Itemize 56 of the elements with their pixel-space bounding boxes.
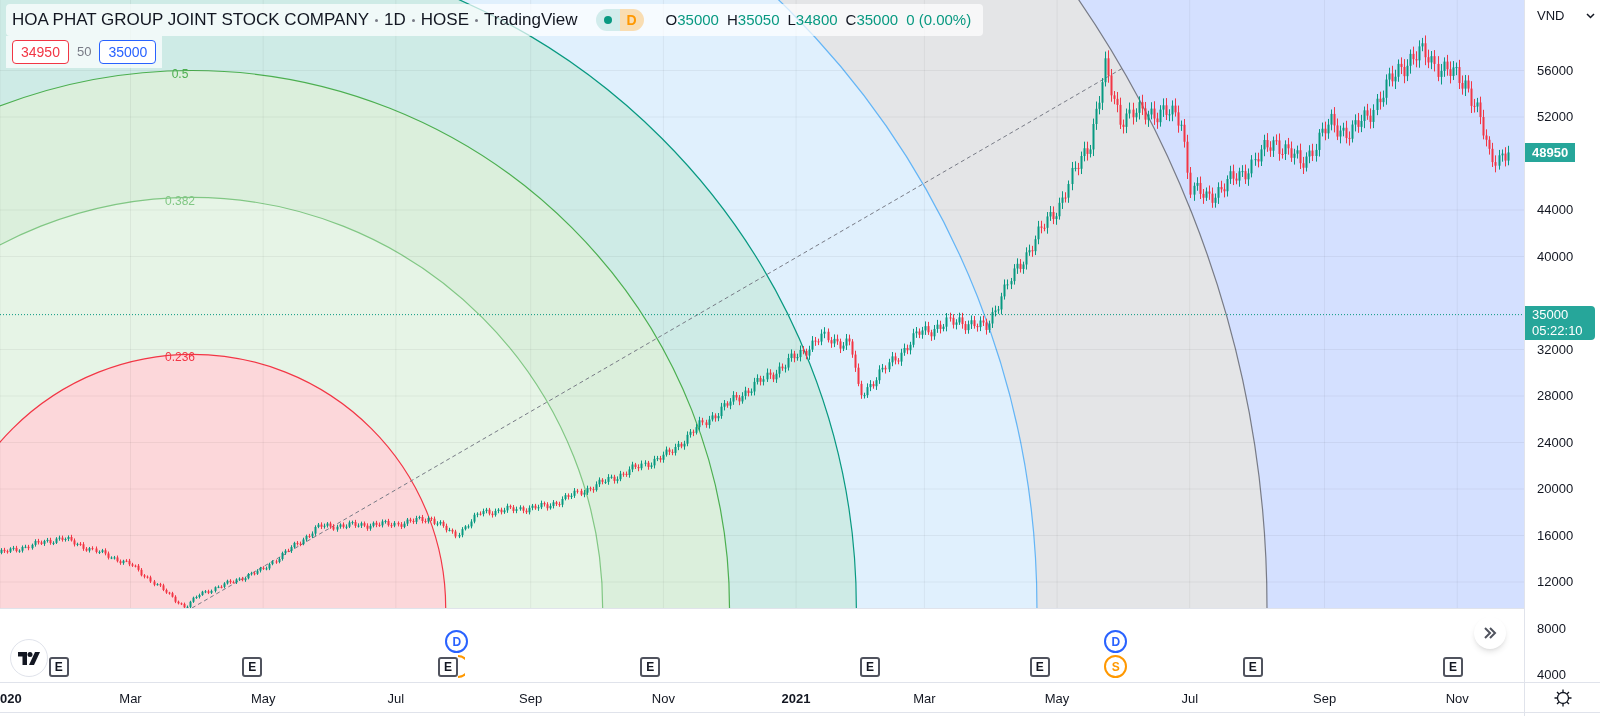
price-axis-label: 4000 [1537,667,1566,683]
time-axis-label: May [250,690,276,708]
ohlc-value: 35000 [856,9,899,30]
time-axis-label: Sep [519,690,543,708]
symbol-title: HOA PHAT GROUP JOINT STOCK COMPANY [12,9,370,32]
earnings-marker[interactable]: E [242,657,263,677]
price-axis-label: 40000 [1537,248,1574,265]
earnings-marker[interactable]: E [640,657,661,677]
earnings-marker[interactable]: E [438,657,459,677]
price-axis-label: 52000 [1537,109,1574,125]
source-label: TradingView [484,9,578,32]
ohlc-key: O [665,8,678,32]
price-axis-label: 20000 [1537,481,1574,497]
price-axis-label: 8000 [1537,620,1566,637]
interval-label[interactable]: 1D [384,7,406,33]
time-axis-label: Jul [1181,690,1199,708]
time-axis-label: Nov [651,690,675,708]
bar-countdown: 05:22:10 [1532,322,1584,339]
earnings-marker[interactable]: E [48,657,69,677]
price-axis-label: 32000 [1537,341,1574,358]
ohlc-value: 35000 [677,9,719,30]
ohlc-key: L [787,8,796,32]
price-change: 0 (0.00%) [906,9,972,30]
price-axis-label: 56000 [1537,62,1574,79]
ohlc-key: C [845,8,857,32]
price-axis-label: 12000 [1537,574,1574,590]
earnings-marker[interactable]: E [1242,657,1263,677]
time-axis-label: Jul [387,690,405,708]
dividend-marker[interactable]: D [1104,630,1128,653]
sell-button[interactable]: 34950 [12,40,69,64]
ohlc-value: 35050 [737,9,780,30]
earnings-marker[interactable]: E [860,657,880,677]
current-price-value: 35000 [1532,306,1570,323]
time-axis-label: 020 [0,690,22,708]
time-axis-label: Mar [913,690,936,708]
price-axis-label: 16000 [1537,527,1574,544]
spread-value: 50 [76,43,92,62]
ohlc-value: 34800 [795,9,838,30]
buy-button[interactable]: 35000 [99,40,157,64]
time-axis-label: 2021 [781,690,811,708]
price-axis-label: 44000 [1537,202,1574,218]
time-axis-label: Sep [1313,690,1337,708]
exchange-label: HOSE [420,9,469,32]
currency-label[interactable]: VND [1537,6,1565,26]
price-axis-label: 28000 [1537,388,1574,404]
last-price-label: 48950 [1525,142,1576,162]
time-axis-label: Nov [1445,690,1469,708]
dividend-marker[interactable]: D [445,630,469,653]
ohlc-key: H [726,8,738,32]
earnings-marker[interactable]: E [1442,657,1463,677]
time-axis-label: Mar [119,690,142,708]
time-axis-label: May [1044,690,1070,708]
fib-level-label: 0.236 [165,350,195,365]
earnings-marker[interactable]: E [1029,657,1050,677]
fib-level-label: 0.5 [171,66,189,81]
price-axis-label: 24000 [1537,434,1574,451]
